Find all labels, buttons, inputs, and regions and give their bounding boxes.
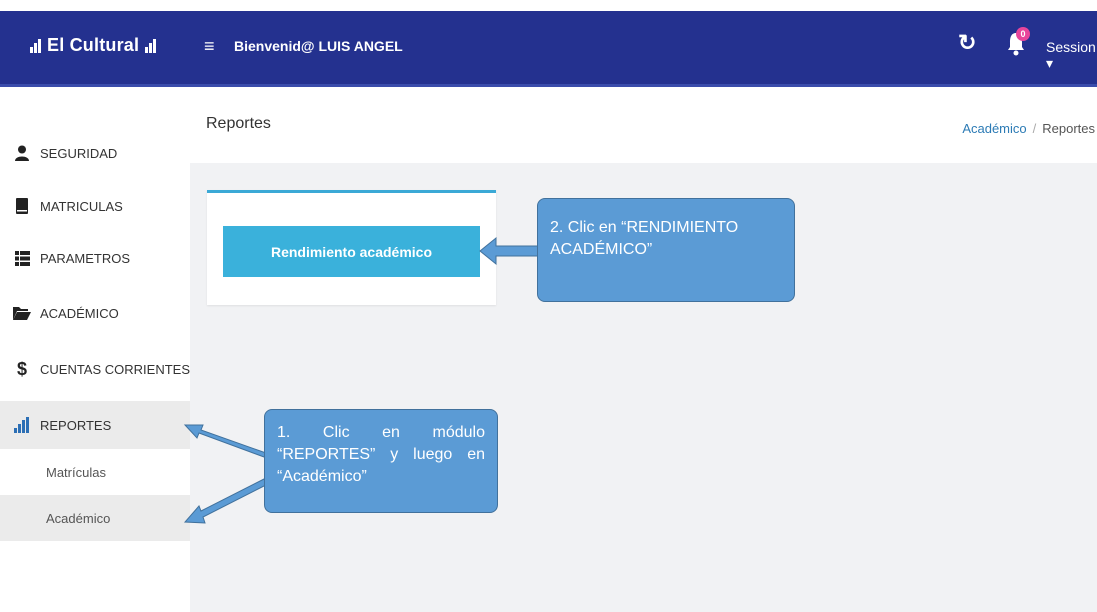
sidebar-item-matriculas[interactable]: MATRICULAS: [0, 186, 190, 226]
sidebar-subitem-matriculas[interactable]: Matrículas: [0, 449, 190, 495]
callout-step-1: 1. Clic en módulo “REPORTES” y luego en …: [264, 409, 498, 513]
folder-open-icon: [12, 306, 32, 320]
bars-icon: [145, 38, 157, 53]
sidebar-item-reportes[interactable]: REPORTES: [0, 401, 190, 449]
sidebar-item-parametros[interactable]: PARAMETROS: [0, 238, 190, 278]
book-icon: [12, 198, 32, 214]
page-header: Reportes Académico / Reportes: [190, 87, 1097, 163]
hamburger-menu-icon[interactable]: ≡: [204, 36, 215, 57]
bar-chart-icon: [12, 417, 32, 433]
bars-icon: [30, 38, 41, 53]
session-label: Session: [1046, 39, 1096, 55]
caret-down-icon: ▾: [1046, 55, 1054, 71]
sidebar-item-label: PARAMETROS: [40, 250, 131, 266]
sidebar-item-label: SEGURIDAD: [40, 145, 118, 161]
breadcrumb-separator: /: [1032, 121, 1037, 136]
user-icon: [12, 145, 32, 161]
brand-logo[interactable]: El Cultural: [30, 35, 157, 56]
sidebar-item-academico[interactable]: ACADÉMICO: [0, 293, 190, 333]
sidebar: SEGURIDAD MATRICULAS PARAMETROS ACADÉMIC…: [0, 87, 190, 612]
refresh-icon[interactable]: ↻: [958, 30, 976, 56]
sidebar-subitem-label: Matrículas: [46, 464, 106, 480]
sidebar-subitem-label: Académico: [46, 510, 111, 526]
rendimiento-academico-button[interactable]: Rendimiento académico: [223, 226, 480, 277]
top-navbar: El Cultural ≡ Bienvenid@ LUIS ANGEL ↻ 0 …: [0, 11, 1097, 87]
brand-name: El Cultural: [47, 35, 140, 55]
breadcrumb: Académico / Reportes: [962, 121, 1095, 136]
notification-badge: 0: [1016, 27, 1030, 41]
list-icon: [12, 250, 32, 266]
welcome-text: Bienvenid@ LUIS ANGEL: [234, 38, 403, 54]
breadcrumb-link-academico[interactable]: Académico: [962, 121, 1026, 136]
sidebar-item-label: ACADÉMICO: [40, 305, 119, 321]
notifications-button[interactable]: 0: [1006, 27, 1030, 57]
callout-step-2: 2. Clic en “RENDIMIENTO ACADÉMICO”: [537, 198, 795, 302]
page-title: Reportes: [206, 115, 271, 132]
report-card: Rendimiento académico: [207, 190, 496, 305]
sidebar-item-label: CUENTAS CORRIENTES: [40, 361, 190, 377]
main-content: Reportes Académico / Reportes Rendimiento …: [190, 87, 1097, 612]
sidebar-item-seguridad[interactable]: SEGURIDAD: [0, 133, 190, 173]
session-dropdown[interactable]: Session ▾: [1046, 39, 1097, 72]
sidebar-item-cuentas-corrientes[interactable]: $ CUENTAS CORRIENTES: [0, 349, 190, 389]
sidebar-subitem-academico[interactable]: Académico: [0, 495, 190, 541]
sidebar-item-label: MATRICULAS: [40, 198, 123, 214]
dollar-icon: $: [16, 358, 27, 379]
breadcrumb-current: Reportes: [1042, 121, 1095, 136]
sidebar-item-label: REPORTES: [40, 417, 112, 433]
